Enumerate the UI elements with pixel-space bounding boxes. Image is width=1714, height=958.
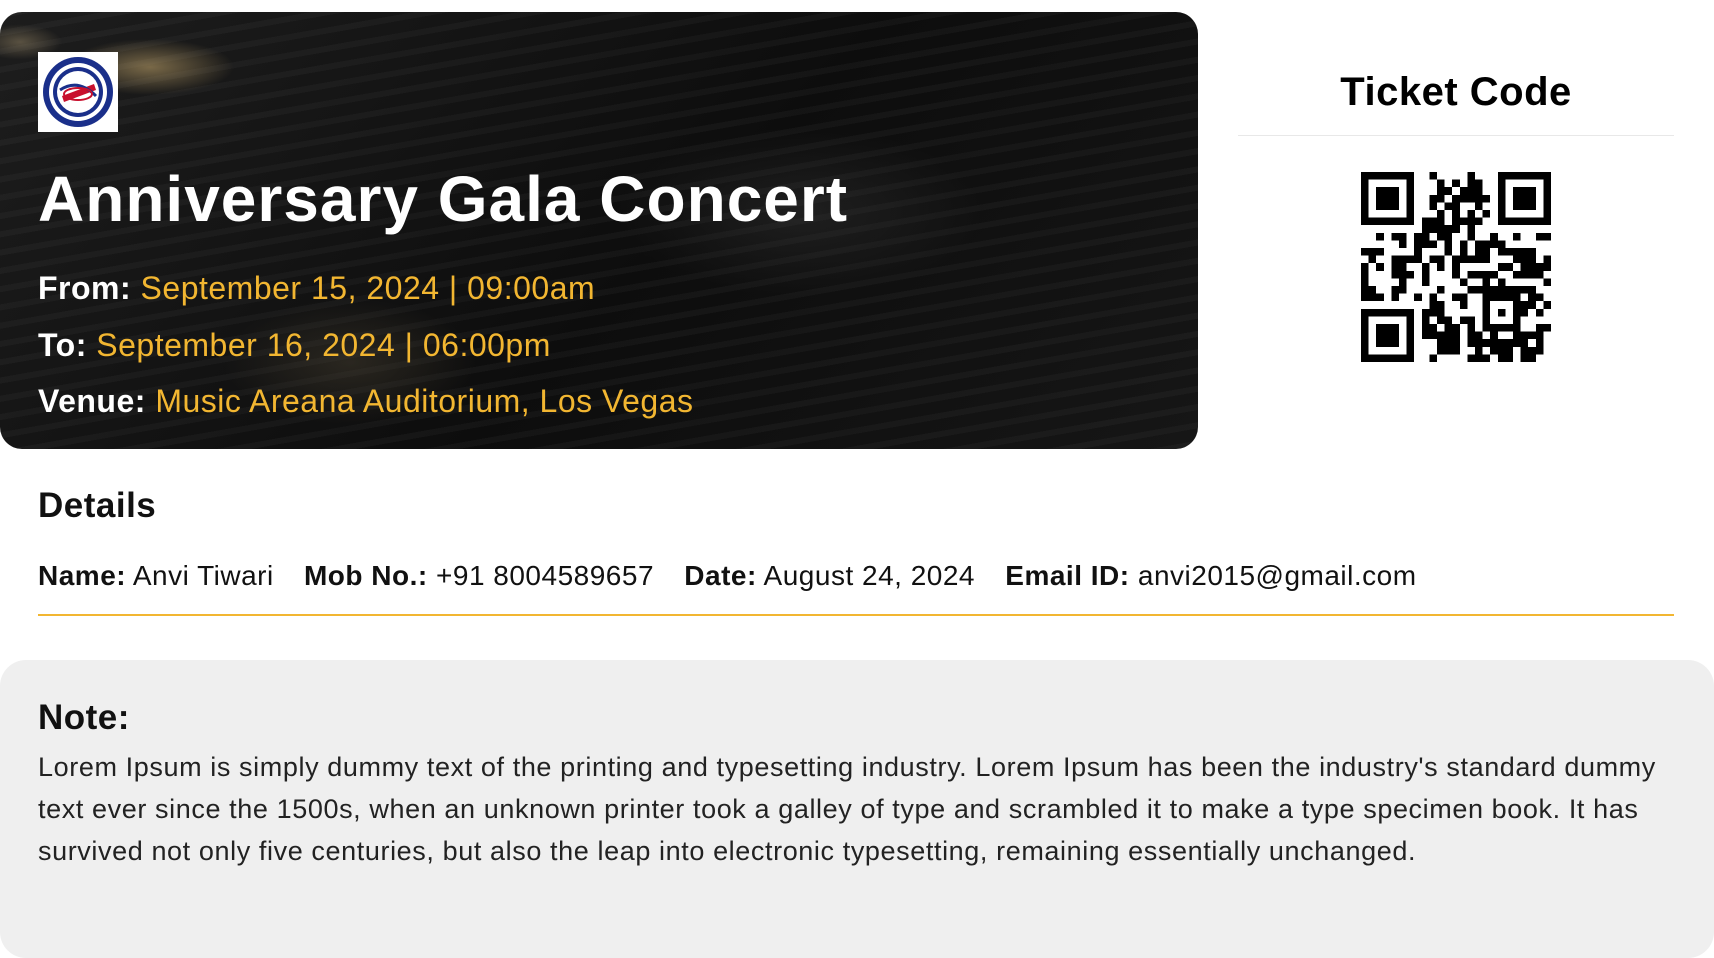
ticket-code-heading: Ticket Code [1340,70,1572,114]
detail-email: Email ID: anvi2015@gmail.com [1005,560,1416,591]
detail-date: Date: August 24, 2024 [684,560,975,591]
details-heading: Details [38,486,157,525]
note-heading: Note: [38,698,130,737]
event-from: From: September 15, 2024 | 09:00am [38,270,595,307]
event-to: To: September 16, 2024 | 06:00pm [38,327,551,364]
email-value: anvi2015@gmail.com [1137,560,1417,591]
event-banner: Anniversary Gala Concert From: September… [0,12,1198,449]
note-body: Lorem Ipsum is simply dummy text of the … [38,752,1656,866]
to-value: September 16, 2024 | 06:00pm [96,327,551,363]
team-logo [38,52,118,132]
qr-code [1361,172,1551,362]
from-label: From: [38,270,132,306]
mob-value: +91 8004589657 [436,560,655,591]
date-label: Date: [684,560,757,591]
detail-name: Name: Anvi Tiwari [38,560,274,591]
mob-label: Mob No.: [303,560,428,591]
name-label: Name: [38,560,127,591]
detail-mobile: Mob No.: +91 8004589657 [304,560,654,591]
event-venue: Venue: Music Areana Auditorium, Los Vega… [38,383,694,420]
attendee-details: Name: Anvi Tiwari Mob No.: +91 800458965… [38,560,1439,592]
from-value: September 15, 2024 | 09:00am [140,270,596,306]
divider [1238,135,1674,136]
to-label: To: [38,327,87,363]
rochester-logo-icon [43,57,113,127]
email-label: Email ID: [1005,560,1130,591]
venue-label: Venue: [38,383,146,419]
date-value: August 24, 2024 [763,560,975,591]
name-value: Anvi Tiwari [132,560,274,591]
accent-divider [38,614,1674,616]
venue-value: Music Areana Auditorium, Los Vegas [155,383,694,419]
event-title: Anniversary Gala Concert [38,163,849,235]
